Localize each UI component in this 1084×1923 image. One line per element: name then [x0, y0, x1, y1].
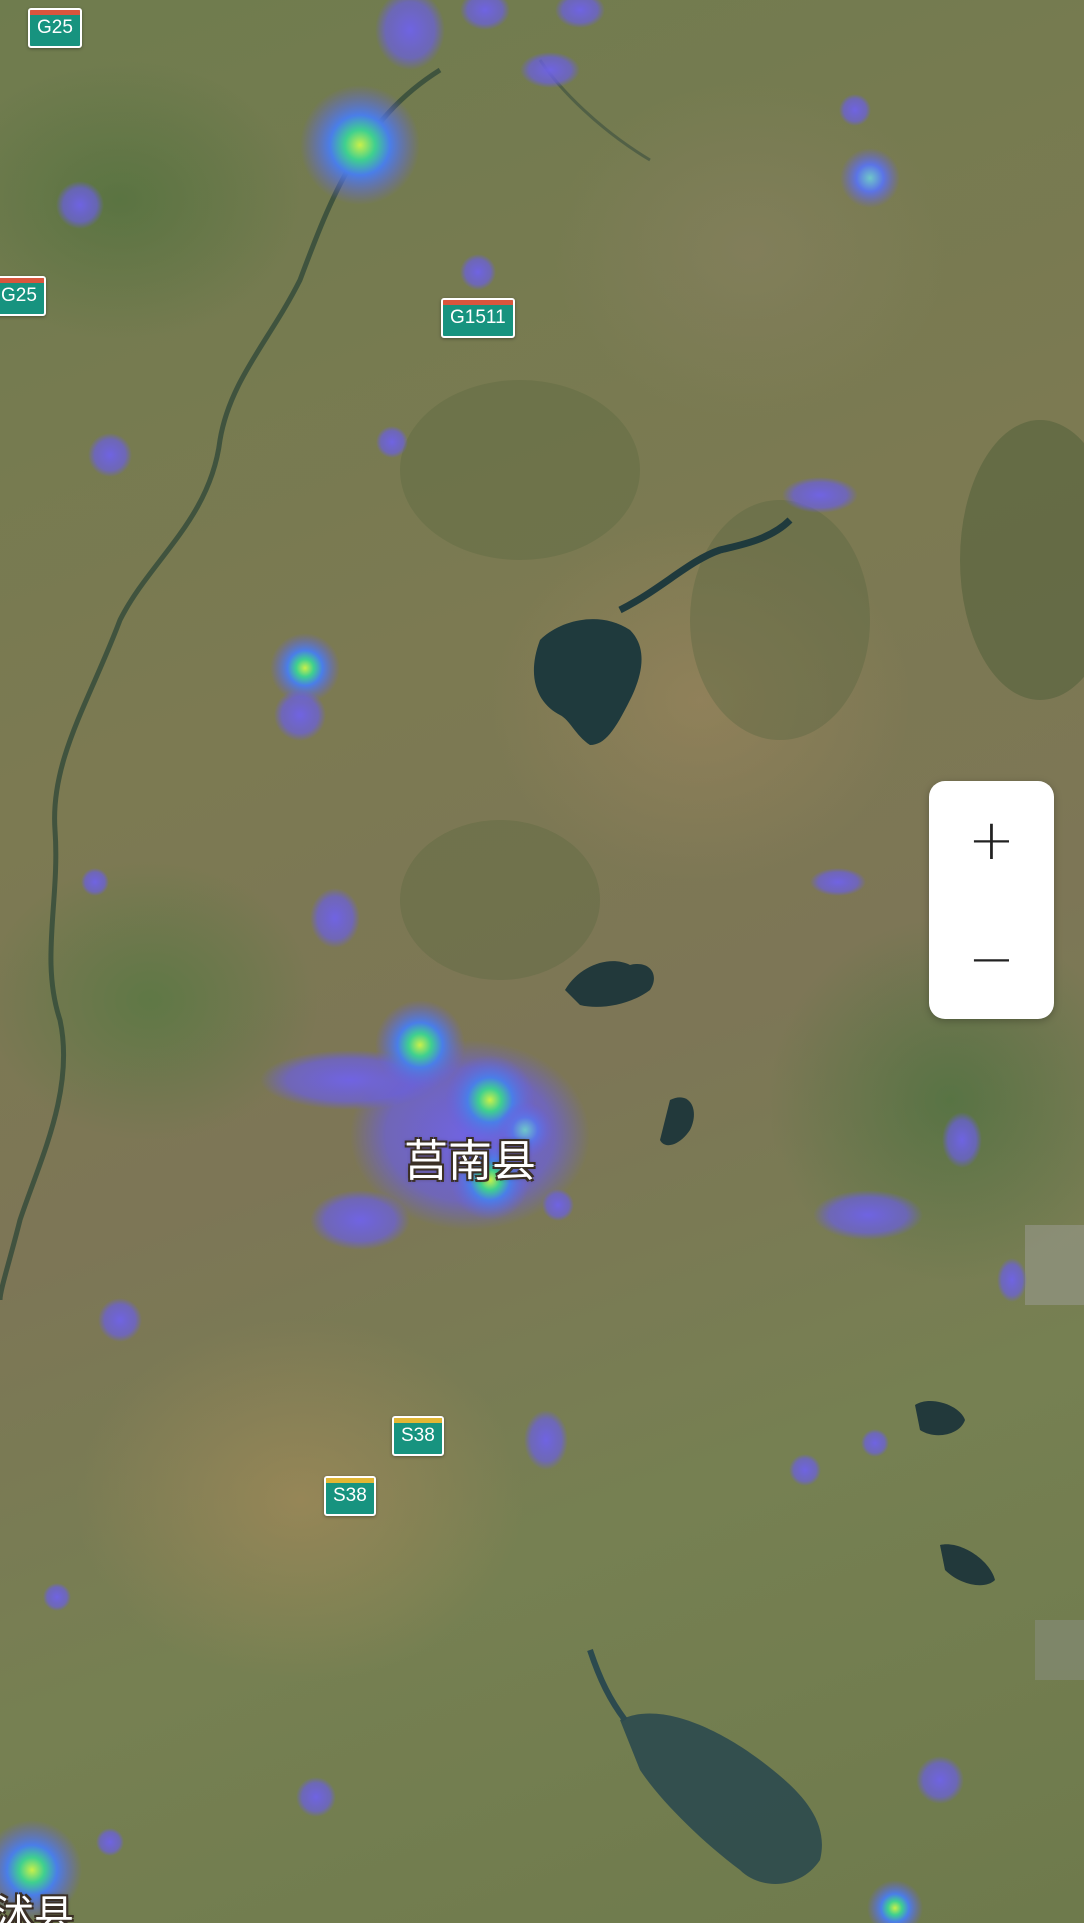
urban-area	[1035, 1620, 1084, 1680]
place-label-county[interactable]: 沭县	[0, 1882, 74, 1923]
minus-icon: −	[968, 926, 1015, 992]
stream	[538, 59, 651, 162]
hill-area	[400, 380, 640, 560]
hill-area	[960, 420, 1084, 700]
map-canvas[interactable]: G25 G25 G1511 S38 S38 莒南县 沭县 + −	[0, 0, 1084, 1923]
reservoir-south	[620, 1713, 822, 1884]
zoom-control: + −	[929, 781, 1054, 1019]
urban-area	[1025, 1225, 1084, 1305]
lake	[940, 1544, 995, 1586]
road-shield-g25[interactable]: G25	[28, 8, 82, 48]
zoom-out-button[interactable]: −	[929, 900, 1054, 1019]
zoom-in-button[interactable]: +	[929, 781, 1054, 900]
place-label-county[interactable]: 莒南县	[404, 1125, 536, 1189]
road-shield-g1511[interactable]: G1511	[441, 298, 515, 338]
reservoir	[533, 619, 642, 745]
lake	[660, 1097, 694, 1146]
road-shield-s38[interactable]: S38	[324, 1476, 376, 1516]
hill-area	[690, 500, 870, 740]
plus-icon: +	[968, 807, 1015, 873]
satellite-terrain	[0, 59, 1084, 1884]
road-shield-g25[interactable]: G25	[0, 276, 46, 316]
road-shield-s38[interactable]: S38	[392, 1416, 444, 1456]
lake	[915, 1400, 965, 1436]
river	[0, 67, 442, 1301]
lake	[565, 961, 654, 1007]
reservoir-arm	[587, 1649, 628, 1722]
hill-area	[400, 820, 600, 980]
